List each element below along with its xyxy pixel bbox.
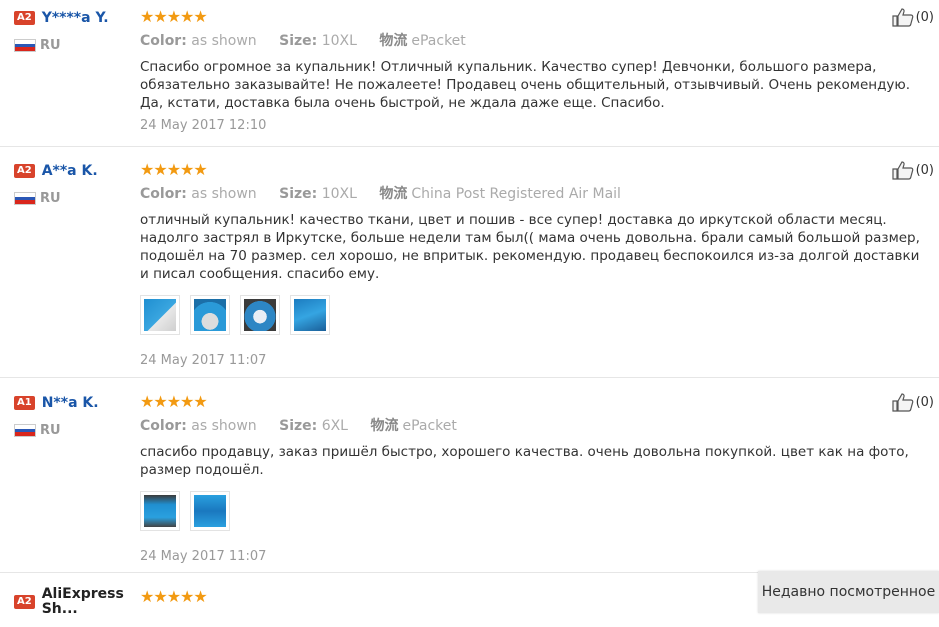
russia-flag-icon — [14, 424, 36, 437]
star-rating: ★★★★★ — [140, 160, 925, 179]
order-info: Color: as shown Size: 10XL 物流 ePacket — [140, 30, 925, 50]
color-value: as shown — [191, 186, 257, 202]
review-date: 24 May 2017 12:10 — [140, 118, 267, 133]
thumbs-up-icon — [891, 8, 913, 27]
buyer-level-badge: A2 — [14, 595, 35, 609]
thumbs-up-icon — [891, 393, 913, 412]
review-photo-thumb[interactable] — [190, 295, 231, 335]
helpful-count: (0) — [915, 394, 934, 410]
country-code: RU — [40, 191, 61, 206]
order-info: Color: as shown Size: 6XL 物流 ePacket — [140, 415, 925, 435]
reviewer-country: RU — [14, 35, 139, 53]
review-photo-thumb[interactable] — [240, 295, 281, 335]
review-photo-thumb[interactable] — [190, 491, 231, 531]
review-date: 24 May 2017 11:07 — [140, 549, 267, 564]
reviewer-info: A1 N**a K. RU — [14, 392, 139, 438]
helpful-button[interactable]: (0) — [891, 160, 934, 180]
size-label: Size: — [279, 186, 318, 202]
color-value: as shown — [191, 418, 257, 434]
review-item: A2 Y****a Y. RU ★★★★★ Color: as shown Siz… — [0, 7, 939, 147]
review-text: спасибо продавцу, заказ пришёл быстро, х… — [140, 444, 909, 478]
reviewer-name: Y****a Y. — [41, 9, 109, 26]
size-value: 10XL — [321, 186, 357, 202]
review-content: ★★★★★ Color: as shown Size: 6XL 物流 ePacke… — [140, 392, 925, 564]
buyer-level-badge: A1 — [14, 395, 35, 410]
review-date: 24 May 2017 11:07 — [140, 353, 267, 368]
reviewer-country: RU — [14, 420, 139, 438]
color-label: Color: — [140, 186, 187, 202]
review-text: отличный купальник! качество ткани, цвет… — [140, 212, 920, 282]
size-label: Size: — [279, 418, 318, 434]
buyer-level-badge: A2 — [14, 10, 35, 25]
russia-flag-icon — [14, 192, 36, 205]
shipping-label: 物流 — [379, 33, 408, 49]
size-value: 10XL — [321, 33, 357, 49]
russia-flag-icon — [14, 39, 36, 52]
review-photos — [140, 295, 925, 337]
helpful-count: (0) — [915, 9, 934, 25]
helpful-button[interactable]: (0) — [891, 392, 934, 412]
reviewer-name: N**a K. — [41, 394, 99, 411]
review-content: ★★★★★ Color: as shown Size: 10XL 物流 ePack… — [140, 7, 925, 134]
color-label: Color: — [140, 418, 187, 434]
star-rating: ★★★★★ — [140, 7, 925, 26]
review-item: A1 N**a K. RU ★★★★★ Color: as shown Size:… — [0, 392, 939, 573]
shipping-label: 物流 — [370, 418, 399, 434]
country-code: RU — [40, 423, 61, 438]
size-label: Size: — [279, 33, 318, 49]
star-icon: ★★★★★ — [140, 7, 208, 26]
review-content: ★★★★★ Color: as shown Size: 10XL 物流 China… — [140, 160, 925, 368]
reviewer-info: A2 A**a K. RU — [14, 160, 139, 206]
reviewer-name: A**a K. — [41, 162, 98, 179]
review-photo-thumb[interactable] — [290, 295, 331, 335]
color-value: as shown — [191, 33, 257, 49]
star-icon: ★★★★★ — [140, 392, 208, 411]
country-code: RU — [40, 38, 61, 53]
shipping-value: China Post Registered Air Mail — [411, 186, 621, 202]
buyer-level-badge: A2 — [14, 163, 35, 178]
helpful-count: (0) — [915, 162, 934, 178]
color-label: Color: — [140, 33, 187, 49]
star-rating: ★★★★★ — [140, 392, 925, 411]
shipping-value: ePacket — [402, 418, 457, 434]
thumbs-up-icon — [891, 161, 913, 180]
size-value: 6XL — [321, 418, 348, 434]
recently-viewed-button[interactable]: Недавно посмотренное — [758, 571, 939, 613]
star-icon: ★★★★★ — [140, 160, 208, 179]
review-item: A2 A**a K. RU ★★★★★ Color: as shown Size:… — [0, 160, 939, 378]
reviewer-country: RU — [14, 188, 139, 206]
order-info: Color: as shown Size: 10XL 物流 China Post … — [140, 183, 925, 203]
review-photo-thumb[interactable] — [140, 295, 180, 335]
review-text: Спасибо огромное за купальник! Отличный … — [140, 59, 911, 111]
reviewer-info: A2 Y****a Y. RU — [14, 7, 139, 53]
review-photo-thumb[interactable] — [140, 491, 180, 531]
shipping-value: ePacket — [411, 33, 466, 49]
review-photos — [140, 491, 925, 533]
star-icon: ★★★★★ — [140, 587, 208, 606]
helpful-button[interactable]: (0) — [891, 7, 934, 27]
shipping-label: 物流 — [379, 186, 408, 202]
